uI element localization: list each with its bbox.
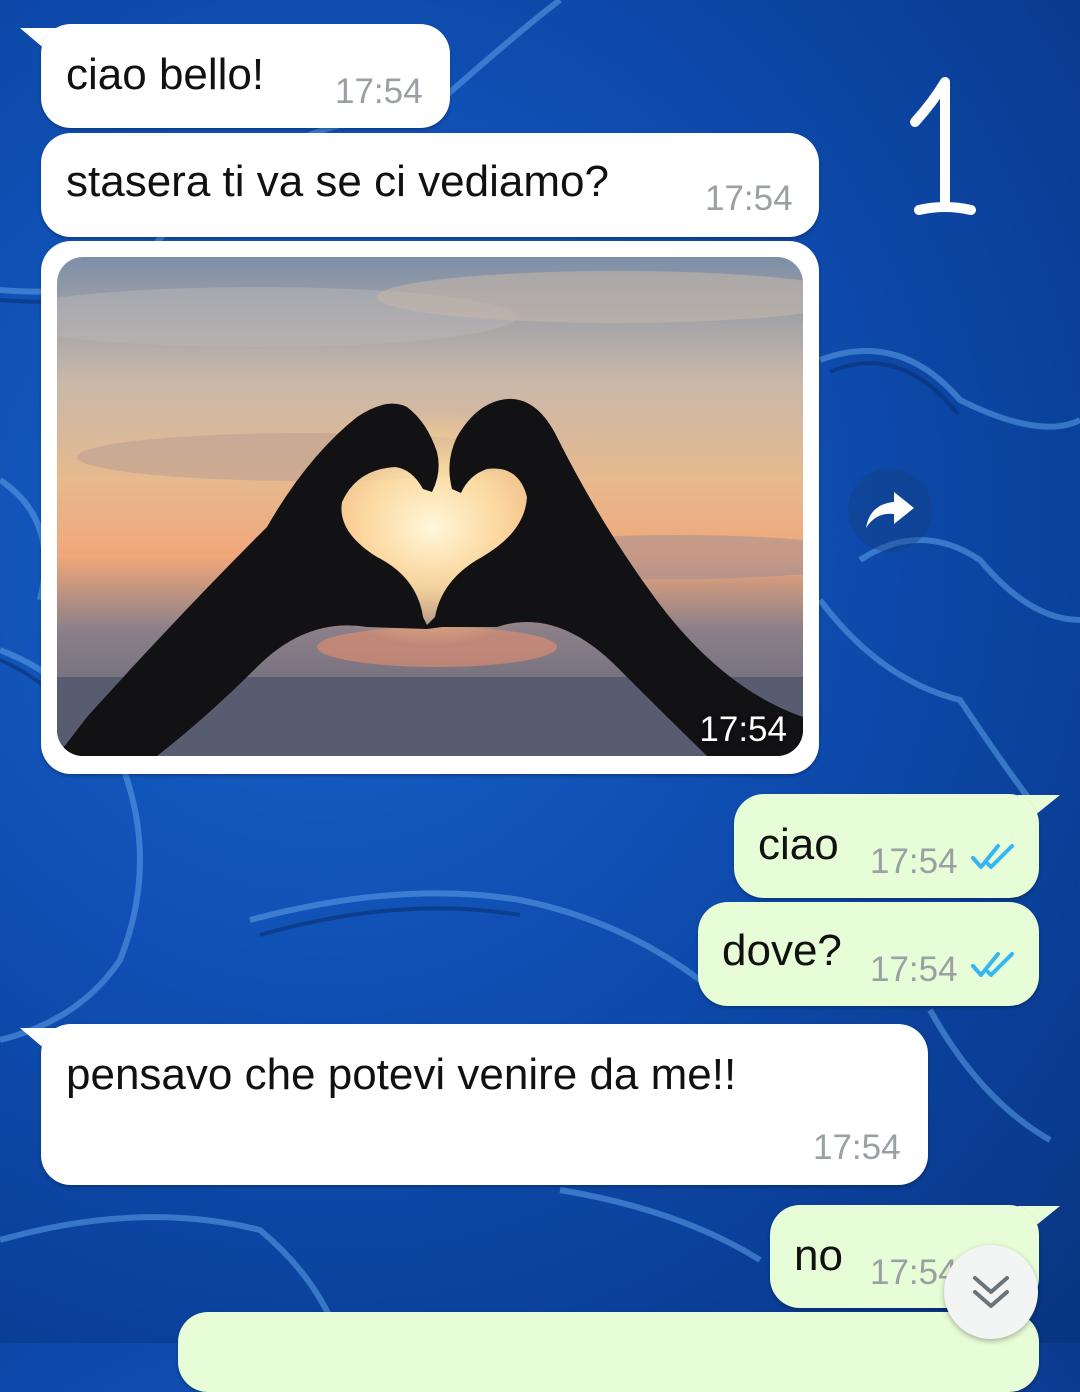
message-text: ciao bello! [66,50,265,99]
incoming-image-message[interactable]: 17:54 [41,241,819,774]
message-text: no [794,1231,843,1280]
message-time: 17:54 [699,710,787,749]
incoming-message[interactable]: ciao bello! 17:54 [41,24,450,128]
chevron-double-down-icon [973,1276,1009,1308]
message-text: ciao [758,820,839,869]
outgoing-message[interactable]: ciao 17:54 [734,794,1039,898]
incoming-message[interactable]: pensavo che potevi venire da me!! 17:54 [41,1024,928,1185]
scroll-to-bottom-button[interactable] [944,1245,1038,1339]
heart-hands-image [57,257,803,756]
message-text: dove? [722,926,842,975]
message-time: 17:54 [813,1128,901,1167]
message-time: 17:54 [870,842,958,881]
annotation-number [910,77,976,215]
forward-arrow-icon [866,492,914,528]
outgoing-message-partial[interactable] [178,1312,1039,1392]
message-time: 17:54 [705,179,793,218]
message-text: pensavo che potevi venire da me!! [66,1050,737,1099]
message-text: stasera ti va se ci vediamo? [66,157,609,206]
outgoing-message[interactable]: dove? 17:54 [698,902,1039,1006]
forward-button[interactable] [848,468,932,552]
message-time: 17:54 [870,950,958,989]
double-check-icon [971,844,1014,869]
double-check-icon [971,952,1014,977]
message-time: 17:54 [335,72,423,111]
heart-hands-photo[interactable]: 17:54 [57,257,803,756]
incoming-message[interactable]: stasera ti va se ci vediamo? 17:54 [41,133,819,237]
